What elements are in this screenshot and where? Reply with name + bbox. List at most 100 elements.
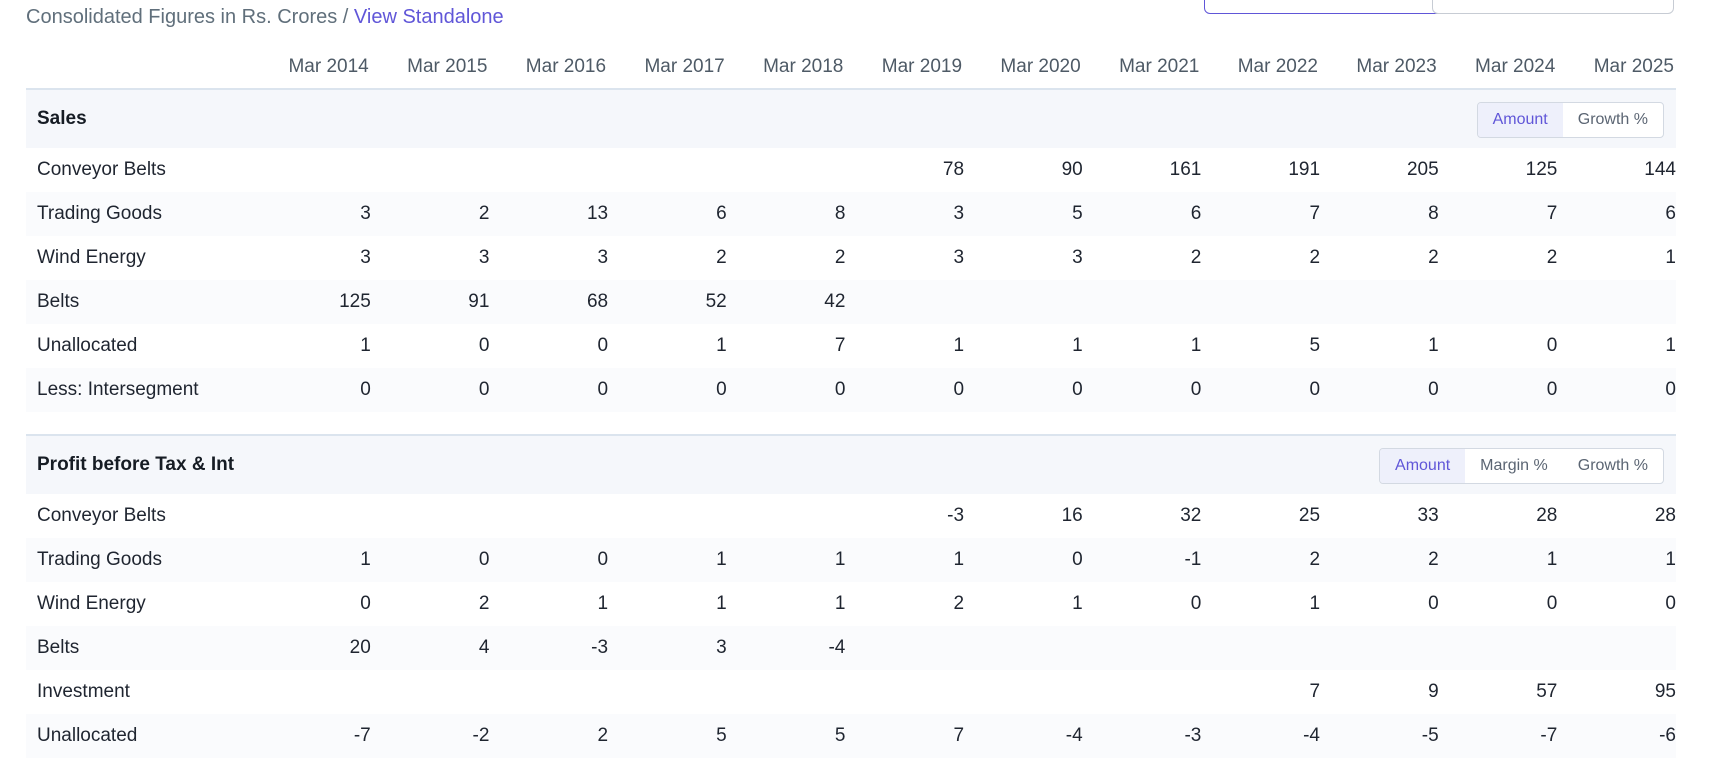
value-cell: 16 [1061, 505, 1083, 526]
value-cell [489, 148, 608, 192]
row-label: Wind Energy [37, 247, 146, 268]
toggle-margin[interactable]: Margin % [1465, 449, 1563, 483]
year-header-cell: Mar 2025 [1557, 46, 1676, 90]
value-cell: 28 [1536, 505, 1558, 526]
year-header-cell: Mar 2017 [608, 46, 727, 90]
value-cell: 7 [845, 714, 965, 758]
value-cell: 78 [942, 159, 965, 180]
value-cell [608, 494, 727, 538]
value-cell: 5 [726, 714, 846, 758]
value-cell [964, 670, 1083, 714]
toggle-growth[interactable]: Growth % [1563, 103, 1663, 137]
value-cell: 91 [370, 280, 490, 324]
value-cell: -3 [1082, 714, 1202, 758]
value-cell: 2 [489, 714, 609, 758]
table-row: Unallocated 1 0 0 1 7 1 1 1 5 1 0 1 [26, 324, 1676, 368]
value-cell: -7 [1438, 714, 1558, 758]
value-cell: 1 [1072, 335, 1083, 356]
row-label: Belts [26, 626, 253, 670]
value-cell: 0 [360, 593, 371, 614]
value-cell: 1 [1072, 593, 1083, 614]
value-cell: -6 [1557, 714, 1676, 758]
value-cell: 3 [1072, 247, 1083, 268]
value-cell [252, 670, 371, 714]
value-cell: 42 [726, 280, 846, 324]
value-cell [845, 626, 965, 670]
value-cell: 0 [489, 538, 609, 582]
section-spacer [26, 412, 1676, 436]
value-cell: 1 [834, 593, 846, 614]
value-cell: 0 [1201, 368, 1321, 412]
value-cell [1083, 670, 1202, 714]
value-cell: 5 [608, 714, 727, 758]
value-cell: 0 [1546, 335, 1558, 356]
value-cell [1557, 280, 1676, 324]
section-header-cell: Sales Amount Growth % [26, 89, 1676, 148]
table-row: Conveyor Belts -3 16 32 25 33 28 28 [26, 494, 1676, 538]
value-cell: 0 [1190, 593, 1202, 614]
value-cell [1438, 280, 1558, 324]
toggle-growth[interactable]: Growth % [1563, 449, 1663, 483]
value-cell [1201, 280, 1321, 324]
value-cell: 161 [1169, 159, 1202, 180]
value-cell: 1 [1309, 593, 1321, 614]
value-cell: 0 [489, 368, 609, 412]
row-label: Conveyor Belts [37, 159, 166, 180]
table-row: Trading Goods 1 0 0 1 1 1 0 -1 2 2 1 1 [26, 538, 1676, 582]
value-cell: 7 [1309, 681, 1321, 702]
value-cell: 28 [1654, 505, 1676, 526]
value-cell: 0 [370, 538, 490, 582]
value-cell: -1 [1082, 538, 1202, 582]
value-cell [252, 494, 371, 538]
year-header-cell: Mar 2024 [1438, 46, 1558, 90]
value-cell: -5 [1320, 714, 1439, 758]
value-cell [1201, 626, 1321, 670]
value-cell: 32 [1180, 505, 1202, 526]
value-cell: 0 [252, 368, 371, 412]
toggle-amount[interactable]: Amount [1380, 449, 1466, 483]
row-label: Less: Intersegment [26, 368, 253, 412]
value-cell [1082, 626, 1202, 670]
year-header-row: Mar 2014 Mar 2015 Mar 2016 Mar 2017 Mar 2018… [26, 46, 1676, 90]
toggle-amount[interactable]: Amount [1477, 103, 1563, 137]
value-cell: 95 [1654, 681, 1676, 702]
value-cell [1320, 626, 1439, 670]
value-cell: 1 [845, 538, 965, 582]
row-label: Trading Goods [26, 192, 253, 236]
year-header-cell: Mar 2020 [964, 46, 1083, 90]
value-cell: 1 [716, 593, 727, 614]
value-cell: 2 [1546, 247, 1558, 268]
year-header-cell: Mar 2022 [1201, 46, 1321, 90]
value-cell: 6 [608, 192, 727, 236]
value-cell: -2 [370, 714, 490, 758]
row-label: Wind Energy [37, 593, 146, 614]
value-cell: 68 [489, 280, 609, 324]
value-cell: 0 [1082, 368, 1202, 412]
year-header-cell: Mar 2021 [1082, 46, 1202, 90]
view-standalone-link[interactable]: View Standalone [354, 6, 504, 28]
value-cell: -7 [252, 714, 371, 758]
value-cell: 3 [845, 192, 965, 236]
table-row: Belts 125 91 68 52 42 [26, 280, 1676, 324]
value-cell: 7 [834, 335, 846, 356]
top-primary-button[interactable] [1204, 0, 1448, 14]
segment-results-table: Mar 2014 Mar 2015 Mar 2016 Mar 2017 Mar 2018… [26, 46, 1676, 758]
value-cell: 0 [845, 368, 965, 412]
section-spacer-cell [26, 412, 1676, 436]
row-label: Unallocated [37, 335, 138, 356]
value-cell: 125 [1525, 159, 1558, 180]
table-row: Trading Goods 3 2 13 6 8 3 5 6 7 8 7 6 [26, 192, 1676, 236]
value-cell: 1 [608, 538, 727, 582]
value-cell [1082, 280, 1202, 324]
value-cell [964, 626, 1083, 670]
table-row: Wind Energy 3 3 3 2 2 3 3 2 2 2 2 1 [26, 236, 1676, 280]
section-header-sales: Sales Amount Growth % [26, 89, 1676, 148]
value-cell: 8 [726, 192, 846, 236]
value-cell: 205 [1406, 159, 1439, 180]
value-cell: 2 [834, 247, 846, 268]
top-secondary-button[interactable] [1432, 0, 1674, 14]
value-cell [1320, 280, 1439, 324]
table-row: Unallocated -7 -2 2 5 5 7 -4 -3 -4 -5 -7 -6 [26, 714, 1676, 758]
value-cell: 1 [1665, 247, 1676, 268]
value-cell [964, 280, 1083, 324]
